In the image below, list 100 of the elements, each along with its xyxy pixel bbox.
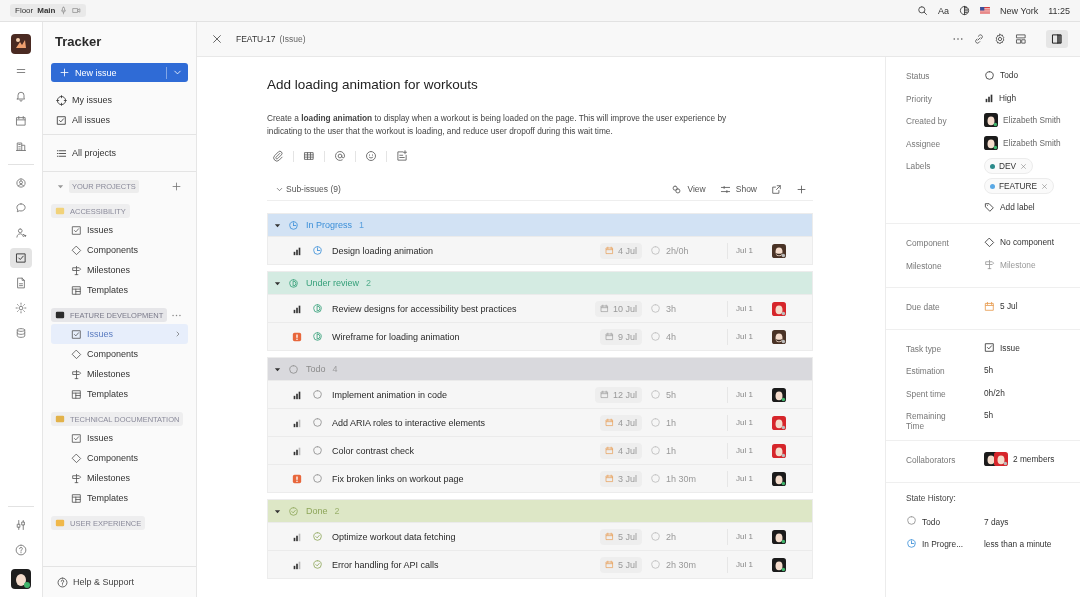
at-icon[interactable] <box>334 150 346 162</box>
issue-row[interactable]: Error handling for API calls 5 Jul 2h 30m Jul 1 <box>268 550 812 578</box>
property-value: 0h/2h <box>984 386 1005 400</box>
sub-issues-toggle[interactable]: Sub-issues (9) <box>275 184 341 194</box>
search-icon[interactable] <box>917 5 929 16</box>
room-chip[interactable]: Floor Main <box>10 4 87 17</box>
project-item[interactable]: Components <box>51 344 188 364</box>
issue-row[interactable]: Optimize workout data fetching 5 Jul 2h Jul 1 <box>268 522 812 550</box>
property-label: Milestone <box>906 259 943 271</box>
new-issue-button[interactable]: New issue <box>51 63 188 82</box>
issue-title-cell[interactable]: Color contrast check <box>332 445 582 456</box>
gear-icon[interactable] <box>994 33 1006 45</box>
issue-title-cell[interactable]: Wireframe for loading animation <box>332 331 582 342</box>
collaborators-value[interactable]: 2 members <box>984 452 1055 466</box>
priority-value[interactable]: High <box>984 90 1017 105</box>
diamond-icon <box>71 244 82 256</box>
property-label: Remaining Time <box>906 410 947 431</box>
checkbox-icon <box>71 224 82 236</box>
project-item[interactable]: Milestones <box>51 468 188 488</box>
layout-icon[interactable] <box>1015 33 1027 45</box>
issue-title-cell[interactable]: Optimize workout data fetching <box>332 531 582 542</box>
checkbox-icon <box>71 432 82 444</box>
modified-date: Jul 1 <box>736 446 754 455</box>
plus-icon <box>59 67 70 78</box>
project-item[interactable]: Issues <box>51 428 188 448</box>
signpost-icon <box>984 259 995 270</box>
issue-row[interactable]: Add ARIA roles to interactive elements 4 Jul 1h Jul 1 <box>268 408 812 436</box>
app-title: Tracker <box>55 34 103 49</box>
user-avatar[interactable] <box>11 569 31 589</box>
caret-icon <box>274 365 281 373</box>
calendar-icon <box>15 115 27 127</box>
component-value[interactable]: No component <box>984 235 1054 249</box>
status-value[interactable]: Todo <box>984 68 1018 82</box>
estimate: 1h <box>666 417 676 428</box>
flag-icon[interactable] <box>980 7 991 14</box>
issue-row[interactable]: Implement animation in code 12 Jul 5h Jul 1 <box>268 380 812 408</box>
panel-toggle-button[interactable] <box>1046 30 1068 48</box>
account-icon <box>15 177 27 189</box>
history-title: State History: <box>906 492 957 503</box>
due-date-value[interactable]: 5 Jul <box>984 299 1018 313</box>
caret-icon[interactable] <box>57 182 64 190</box>
person-value[interactable]: Elizabeth Smith <box>984 135 1061 150</box>
plus-icon[interactable] <box>171 180 182 192</box>
person-value[interactable]: Elizabeth Smith <box>984 113 1061 127</box>
show-button[interactable]: Show <box>719 183 757 195</box>
task-type-value[interactable]: Issue <box>984 340 1020 355</box>
label-name: FEATURE <box>999 181 1038 191</box>
nav-item[interactable]: All issues <box>51 110 188 130</box>
issue-row[interactable]: Design loading animation 4 Jul 2h/0h Jul 1 <box>268 236 812 264</box>
project-item[interactable]: Issues <box>51 220 188 240</box>
project-item[interactable]: Templates <box>51 280 188 300</box>
help-icon <box>15 544 27 556</box>
property-label: Due date <box>906 301 941 312</box>
history-duration: 7 days <box>984 515 1009 529</box>
issue-row[interactable]: Fix broken links on workout page 3 Jul 1h 30m Jul 1 <box>268 464 812 492</box>
nav-item[interactable]: All projects <box>51 143 188 163</box>
view-button[interactable]: View <box>671 183 706 195</box>
issue-row[interactable]: Wireframe for loading animation 9 Jul 4h Jul 1 <box>268 322 812 350</box>
diamond-icon <box>71 348 82 360</box>
plus-icon[interactable] <box>796 183 807 195</box>
user-key-icon <box>15 227 27 239</box>
paperclip-icon[interactable] <box>272 150 284 162</box>
font-button[interactable]: Aa <box>938 5 950 16</box>
video-icon[interactable] <box>72 6 82 15</box>
nav-item[interactable]: My issues <box>51 90 188 110</box>
project-item[interactable]: Milestones <box>51 260 188 280</box>
table-icon[interactable] <box>303 150 315 162</box>
issue-title-cell[interactable]: Implement animation in code <box>332 389 582 400</box>
close-icon[interactable] <box>211 33 223 45</box>
issue-title: Add loading animation for workouts <box>267 77 479 92</box>
contrast-icon[interactable] <box>959 5 971 16</box>
mic-icon[interactable] <box>59 6 69 15</box>
external-icon[interactable] <box>771 183 782 195</box>
issue-title-cell[interactable]: Add ARIA roles to interactive elements <box>332 417 582 428</box>
issue-row[interactable]: Color contrast check 4 Jul 1h Jul 1 <box>268 436 812 464</box>
add-label-link[interactable]: Add label <box>984 200 1035 214</box>
project-item[interactable]: Issues <box>51 324 188 344</box>
issue-title-cell[interactable]: Fix broken links on workout page <box>332 473 582 484</box>
issue-title-cell[interactable]: Design loading animation <box>332 245 582 256</box>
smile-icon[interactable] <box>365 150 377 162</box>
help-link[interactable]: Help & Support <box>43 566 196 597</box>
estimate: 4h <box>666 331 676 342</box>
label-tag[interactable]: DEV <box>984 158 1034 174</box>
project-item[interactable]: Milestones <box>51 364 188 384</box>
issue-id[interactable]: FEATU-17 <box>236 34 276 44</box>
due-date: 9 Jul <box>618 331 637 342</box>
issue-title-cell[interactable]: Review designs for accessibility best practices <box>332 303 582 314</box>
project-item[interactable]: Components <box>51 448 188 468</box>
link-icon[interactable] <box>973 33 985 45</box>
note-plus-icon[interactable] <box>396 150 408 162</box>
template-icon <box>71 388 82 400</box>
issue-title-cell[interactable]: Error handling for API calls <box>332 559 582 570</box>
label-tag[interactable]: FEATURE <box>984 178 1055 194</box>
project-item[interactable]: Templates <box>51 384 188 404</box>
caret-icon <box>274 221 281 229</box>
issue-row[interactable]: Review designs for accessibility best practices 10 Jul 3h Jul 1 <box>268 294 812 322</box>
project-item[interactable]: Templates <box>51 488 188 508</box>
project-item[interactable]: Components <box>51 240 188 260</box>
issues-button[interactable] <box>10 248 32 268</box>
logo-icon[interactable] <box>11 34 31 54</box>
